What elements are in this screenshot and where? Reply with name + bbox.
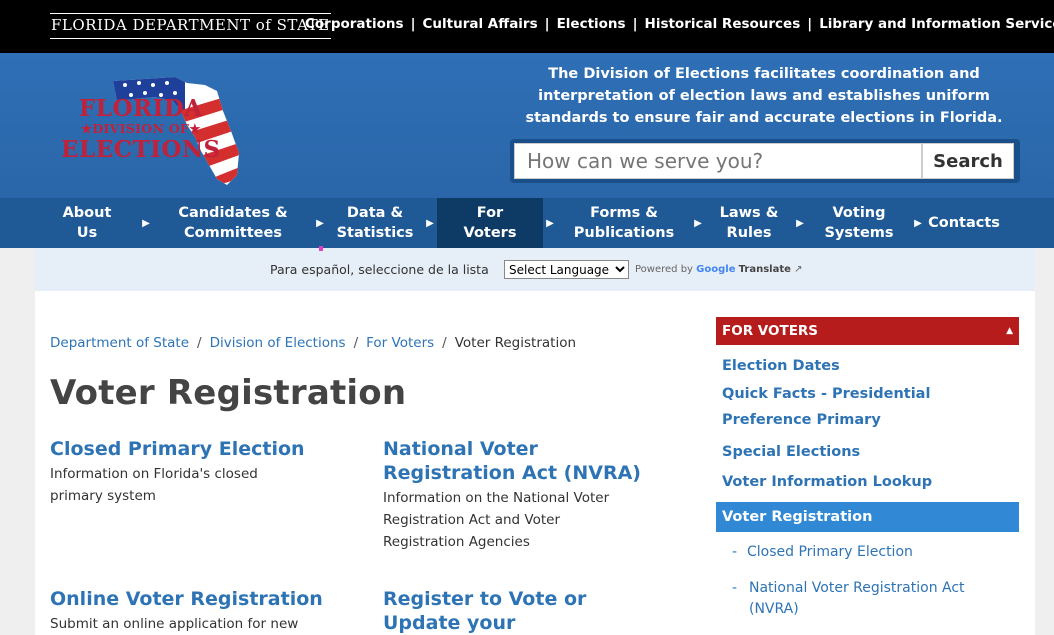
chevron-right-icon: ▶ bbox=[316, 217, 324, 229]
breadcrumb-separator: / bbox=[197, 335, 202, 351]
card-title-link[interactable]: Register to Vote or Update your Informat… bbox=[383, 587, 643, 635]
breadcrumb-separator: / bbox=[442, 335, 447, 351]
sidebar-item-election-dates[interactable]: Election Dates bbox=[716, 351, 1019, 381]
nav-label: About Us bbox=[62, 205, 112, 241]
separator: | bbox=[807, 16, 813, 32]
breadcrumb-division-of-elections[interactable]: Division of Elections bbox=[210, 335, 346, 351]
logo-division-of: ★DIVISION OF★ bbox=[80, 121, 201, 136]
chevron-right-icon: ▶ bbox=[914, 217, 922, 229]
translate-bar: Para español, seleccione de la lista Sel… bbox=[35, 246, 1035, 291]
nav-label: Candidates & Committees bbox=[178, 205, 288, 241]
chevron-right-icon: ▶ bbox=[796, 217, 804, 229]
historical-resources-link[interactable]: Historical Resources bbox=[645, 16, 801, 32]
agency-links: Corporations | Cultural Affairs | Election… bbox=[305, 16, 1054, 32]
card-title-link[interactable]: Closed Primary Election bbox=[50, 437, 310, 461]
search-button[interactable]: Search bbox=[922, 143, 1014, 179]
nav-forms-publications[interactable]: Forms & Publications bbox=[557, 198, 691, 248]
card-description: Information on the National Voter Regist… bbox=[383, 490, 610, 550]
sidebar-heading-label: FOR VOTERS bbox=[722, 323, 819, 339]
sidebar-item-voter-registration[interactable]: Voter Registration bbox=[716, 502, 1019, 532]
accent-mark bbox=[319, 246, 323, 251]
separator: | bbox=[410, 16, 416, 32]
dash: - bbox=[732, 580, 738, 596]
site-header: FLORIDA ★DIVISION OF★ ELECTIONS The Divi… bbox=[0, 53, 1054, 198]
breadcrumb-department-of-state[interactable]: Department of State bbox=[50, 335, 189, 351]
search-bar: Search bbox=[510, 139, 1020, 183]
sidebar-subitem-label: Closed Primary Election bbox=[747, 544, 913, 560]
card-closed-primary: Closed Primary Election Information on F… bbox=[50, 437, 310, 507]
external-link-icon: ↗ bbox=[794, 264, 803, 275]
nav-label: Voting Systems bbox=[824, 205, 894, 241]
department-of-state-logo[interactable]: FLORIDA DEPARTMENT of STATE bbox=[50, 13, 331, 39]
nav-candidates-committees[interactable]: Candidates & Committees bbox=[153, 198, 313, 248]
chevron-right-icon: ▶ bbox=[426, 217, 434, 229]
translate-label: Para español, seleccione de la lista bbox=[270, 262, 489, 277]
nav-label: For Voters bbox=[463, 205, 517, 241]
nav-voting-systems[interactable]: Voting Systems bbox=[807, 198, 911, 248]
nav-contacts[interactable]: Contacts bbox=[925, 198, 1003, 248]
separator: | bbox=[544, 16, 550, 32]
breadcrumb-current: Voter Registration bbox=[454, 335, 577, 351]
language-select[interactable]: Select Language bbox=[504, 260, 629, 279]
sidebar-item-voter-lookup[interactable]: Voter Information Lookup bbox=[716, 467, 1019, 497]
sidebar-item-special-elections[interactable]: Special Elections bbox=[716, 437, 1019, 467]
sidebar-subitem-nvra[interactable]: - National Voter Registration Act (NVRA) bbox=[716, 578, 986, 620]
sidebar: FOR VOTERS ▲ Election Dates Quick Facts -… bbox=[716, 317, 1019, 620]
main-content: Department of State / Division of Election… bbox=[35, 291, 1035, 635]
logo-wordmark: FLORIDA ★DIVISION OF★ ELECTIONS bbox=[61, 97, 221, 161]
sidebar-subitem-closed-primary[interactable]: - Closed Primary Election bbox=[716, 542, 1019, 578]
cultural-affairs-link[interactable]: Cultural Affairs bbox=[423, 16, 538, 32]
chevron-right-icon: ▶ bbox=[142, 217, 150, 229]
sidebar-subitem-label: National Voter Registration Act (NVRA) bbox=[749, 580, 965, 617]
separator: | bbox=[632, 16, 638, 32]
card-register-update: Register to Vote or Update your Informat… bbox=[383, 587, 643, 635]
sidebar-heading[interactable]: FOR VOTERS ▲ bbox=[716, 317, 1019, 345]
nav-laws-rules[interactable]: Laws & Rules bbox=[705, 198, 793, 248]
google-logo: Google bbox=[696, 264, 736, 275]
breadcrumb-separator: / bbox=[353, 335, 359, 351]
library-link[interactable]: Library and Information Services bbox=[819, 16, 1054, 32]
nav-data-statistics[interactable]: Data & Statistics bbox=[327, 198, 423, 248]
division-of-elections-logo[interactable]: FLORIDA ★DIVISION OF★ ELECTIONS bbox=[55, 71, 245, 191]
translate-text: Translate bbox=[738, 264, 791, 275]
nav-label: Laws & Rules bbox=[719, 205, 779, 241]
powered-by-google[interactable]: Powered by Google Translate ↗ bbox=[635, 264, 802, 275]
card-title-link[interactable]: Online Voter Registration bbox=[50, 587, 350, 611]
elections-link[interactable]: Elections bbox=[557, 16, 626, 32]
nav-label: Data & Statistics bbox=[336, 205, 414, 241]
card-online-registration: Online Voter Registration Submit an onli… bbox=[50, 587, 350, 635]
card-description: Information on Florida's closed primary … bbox=[50, 466, 258, 504]
sidebar-item-quick-facts[interactable]: Quick Facts - Presidential Preference Pr… bbox=[716, 381, 1006, 437]
page-title: Voter Registration bbox=[50, 373, 407, 413]
chevron-right-icon: ▶ bbox=[546, 217, 554, 229]
breadcrumb: Department of State / Division of Election… bbox=[50, 335, 576, 351]
nav-about-us[interactable]: About Us bbox=[35, 198, 139, 248]
main-nav: About Us ▶ Candidates & Committees ▶ Dat… bbox=[0, 198, 1054, 248]
powered-by-text: Powered by bbox=[635, 264, 693, 275]
chevron-right-icon: ▶ bbox=[694, 217, 702, 229]
dash: - bbox=[732, 544, 738, 560]
nav-label: Forms & Publications bbox=[573, 205, 675, 241]
nav-for-voters[interactable]: For Voters bbox=[437, 198, 543, 248]
card-nvra: National Voter Registration Act (NVRA) I… bbox=[383, 437, 643, 553]
search-input[interactable] bbox=[514, 143, 922, 179]
top-bar: FLORIDA DEPARTMENT of STATE Corporations… bbox=[0, 0, 1054, 53]
card-title-link[interactable]: National Voter Registration Act (NVRA) bbox=[383, 437, 643, 485]
breadcrumb-for-voters[interactable]: For Voters bbox=[366, 335, 434, 351]
tagline: The Division of Elections facilitates co… bbox=[525, 66, 1003, 126]
logo-florida: FLORIDA bbox=[78, 95, 203, 122]
corporations-link[interactable]: Corporations bbox=[305, 16, 404, 32]
nav-label: Contacts bbox=[928, 215, 1000, 231]
logo-elections: ELECTIONS bbox=[61, 135, 221, 163]
collapse-arrow-icon: ▲ bbox=[1006, 326, 1013, 336]
card-description: Submit an online application for new bbox=[50, 616, 299, 632]
